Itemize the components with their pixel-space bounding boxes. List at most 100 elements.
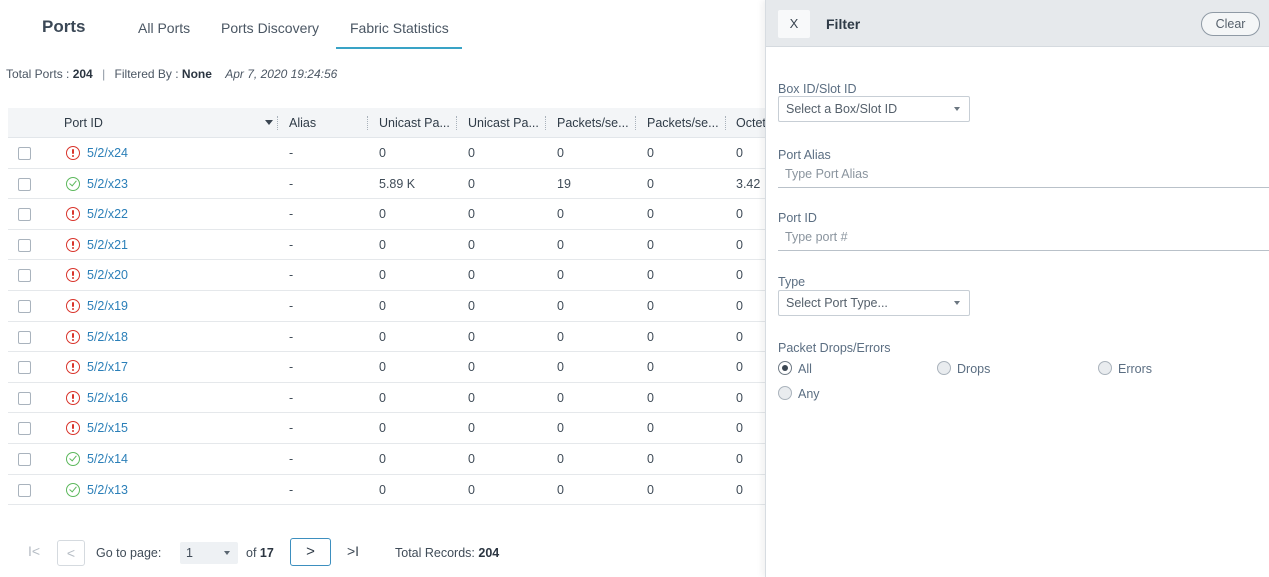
column-divider[interactable] <box>545 116 546 130</box>
table-cell-c4: 0 <box>468 268 475 283</box>
table-cell-c3: 0 <box>379 207 386 222</box>
port-type-placeholder: Select Port Type... <box>786 296 888 310</box>
port-id-link[interactable]: 5/2/x20 <box>87 260 128 290</box>
radio-any[interactable] <box>778 386 792 400</box>
port-id-link[interactable]: 5/2/x17 <box>87 352 128 382</box>
total-records-label: Total Records: <box>395 546 479 560</box>
tab-ports-discovery[interactable]: Ports Discovery <box>221 20 319 36</box>
column-divider[interactable] <box>635 116 636 130</box>
table-cell-alias: - <box>289 237 294 252</box>
row-checkbox[interactable] <box>18 238 31 252</box>
port-id-link[interactable]: 5/2/x24 <box>87 138 128 168</box>
column-divider[interactable] <box>456 116 457 130</box>
column-header-port-id[interactable]: Port ID <box>64 108 103 138</box>
column-header-alias[interactable]: Alias <box>289 108 316 138</box>
sort-desc-icon[interactable] <box>265 120 273 125</box>
table-cell-c4: 0 <box>468 482 475 497</box>
radio-drops-label[interactable]: Drops <box>957 362 990 376</box>
table-cell-c5: 0 <box>557 360 564 375</box>
column-divider[interactable] <box>725 116 726 130</box>
page-select-value: 1 <box>186 546 193 560</box>
tab-fabric-statistics[interactable]: Fabric Statistics <box>350 20 449 36</box>
row-checkbox[interactable] <box>18 452 31 466</box>
filter-panel-header: X Filter Clear <box>766 0 1269 47</box>
first-page-button[interactable]: I< <box>28 543 40 559</box>
port-id-link[interactable]: 5/2/x16 <box>87 383 128 413</box>
ports-table: Port ID Alias Unicast Pa... Unicast Pa..… <box>8 108 766 506</box>
table-cell-c4: 0 <box>468 237 475 252</box>
table-row[interactable]: 5/2/x20-0 0 0 0 0 <box>8 260 765 291</box>
port-id-link[interactable]: 5/2/x22 <box>87 199 128 229</box>
table-row[interactable]: 5/2/x13-0 0 0 0 0 <box>8 475 765 506</box>
table-row[interactable]: 5/2/x21-0 0 0 0 0 <box>8 230 765 261</box>
radio-all[interactable] <box>778 361 792 375</box>
close-filter-button[interactable]: X <box>778 10 810 38</box>
column-divider[interactable] <box>277 116 278 130</box>
box-slot-select[interactable]: Select a Box/Slot ID <box>778 96 970 122</box>
table-row[interactable]: 5/2/x22-0 0 0 0 0 <box>8 199 765 230</box>
table-cell-c3: 0 <box>379 482 386 497</box>
radio-errors[interactable] <box>1098 361 1112 375</box>
summary-separator: | <box>102 67 106 81</box>
table-cell-c3: 0 <box>379 237 386 252</box>
table-cell-alias: - <box>289 390 294 405</box>
table-cell-c4: 0 <box>468 360 475 375</box>
clear-filter-button[interactable]: Clear <box>1201 12 1260 36</box>
tab-all-ports[interactable]: All Ports <box>138 20 190 36</box>
page-select[interactable]: 1 <box>180 542 238 564</box>
port-id-link[interactable]: 5/2/x14 <box>87 444 128 474</box>
port-id-link[interactable]: 5/2/x19 <box>87 291 128 321</box>
table-row[interactable]: 5/2/x16-0 0 0 0 0 <box>8 383 765 414</box>
column-header-unicast-2[interactable]: Unicast Pa... <box>468 108 548 138</box>
last-page-button[interactable]: >I <box>347 543 359 559</box>
port-id-link[interactable]: 5/2/x15 <box>87 413 128 443</box>
table-row[interactable]: 5/2/x18-0 0 0 0 0 <box>8 322 765 353</box>
table-row[interactable]: 5/2/x17-0 0 0 0 0 <box>8 352 765 383</box>
filtered-by-label: Filtered By : <box>114 67 182 81</box>
port-id-link[interactable]: 5/2/x13 <box>87 475 128 505</box>
table-row[interactable]: 5/2/x19-0 0 0 0 0 <box>8 291 765 322</box>
table-cell-c6: 0 <box>647 421 654 436</box>
row-checkbox[interactable] <box>18 483 31 497</box>
table-row[interactable]: 5/2/x24-0 0 0 0 0 <box>8 138 765 169</box>
table-row[interactable]: 5/2/x23-5.89 K 0 19 0 3.42 <box>8 169 765 200</box>
table-cell-c3: 0 <box>379 298 386 313</box>
row-checkbox[interactable] <box>18 422 31 436</box>
row-checkbox[interactable] <box>18 330 31 344</box>
status-error-icon <box>66 268 80 283</box>
row-checkbox[interactable] <box>18 147 31 160</box>
radio-drops[interactable] <box>937 361 951 375</box>
column-header-packets-2[interactable]: Packets/se... <box>647 108 727 138</box>
port-id-link[interactable]: 5/2/x21 <box>87 230 128 260</box>
port-alias-input[interactable]: Type Port Alias <box>778 164 1269 188</box>
column-divider[interactable] <box>367 116 368 130</box>
port-id-link[interactable]: 5/2/x23 <box>87 169 128 199</box>
table-cell-c3: 0 <box>379 146 386 160</box>
table-row[interactable]: 5/2/x14-0 0 0 0 0 <box>8 444 765 475</box>
radio-all-label[interactable]: All <box>798 362 812 376</box>
row-checkbox[interactable] <box>18 361 31 375</box>
row-checkbox[interactable] <box>18 177 31 191</box>
column-header-octet[interactable]: Octet <box>736 108 766 138</box>
next-page-button[interactable]: > <box>290 538 331 566</box>
table-cell-alias: - <box>289 207 294 222</box>
port-type-select[interactable]: Select Port Type... <box>778 290 970 316</box>
row-checkbox[interactable] <box>18 299 31 313</box>
table-cell-c4: 0 <box>468 146 475 160</box>
radio-any-label[interactable]: Any <box>798 387 820 401</box>
summary-line: Total Ports : 204 | Filtered By : None A… <box>6 67 337 81</box>
table-row[interactable]: 5/2/x15-0 0 0 0 0 <box>8 413 765 444</box>
table-cell-alias: - <box>289 268 294 283</box>
column-header-unicast-1[interactable]: Unicast Pa... <box>379 108 459 138</box>
radio-errors-label[interactable]: Errors <box>1118 362 1152 376</box>
table-cell-c6: 0 <box>647 176 654 191</box>
port-id-link[interactable]: 5/2/x18 <box>87 322 128 352</box>
port-id-input[interactable]: Type port # <box>778 227 1269 251</box>
total-ports-value: 204 <box>72 67 93 81</box>
prev-page-button[interactable]: < <box>57 540 85 566</box>
row-checkbox[interactable] <box>18 391 31 405</box>
table-cell-c5: 0 <box>557 390 564 405</box>
row-checkbox[interactable] <box>18 208 31 222</box>
column-header-packets-1[interactable]: Packets/se... <box>557 108 637 138</box>
row-checkbox[interactable] <box>18 269 31 283</box>
